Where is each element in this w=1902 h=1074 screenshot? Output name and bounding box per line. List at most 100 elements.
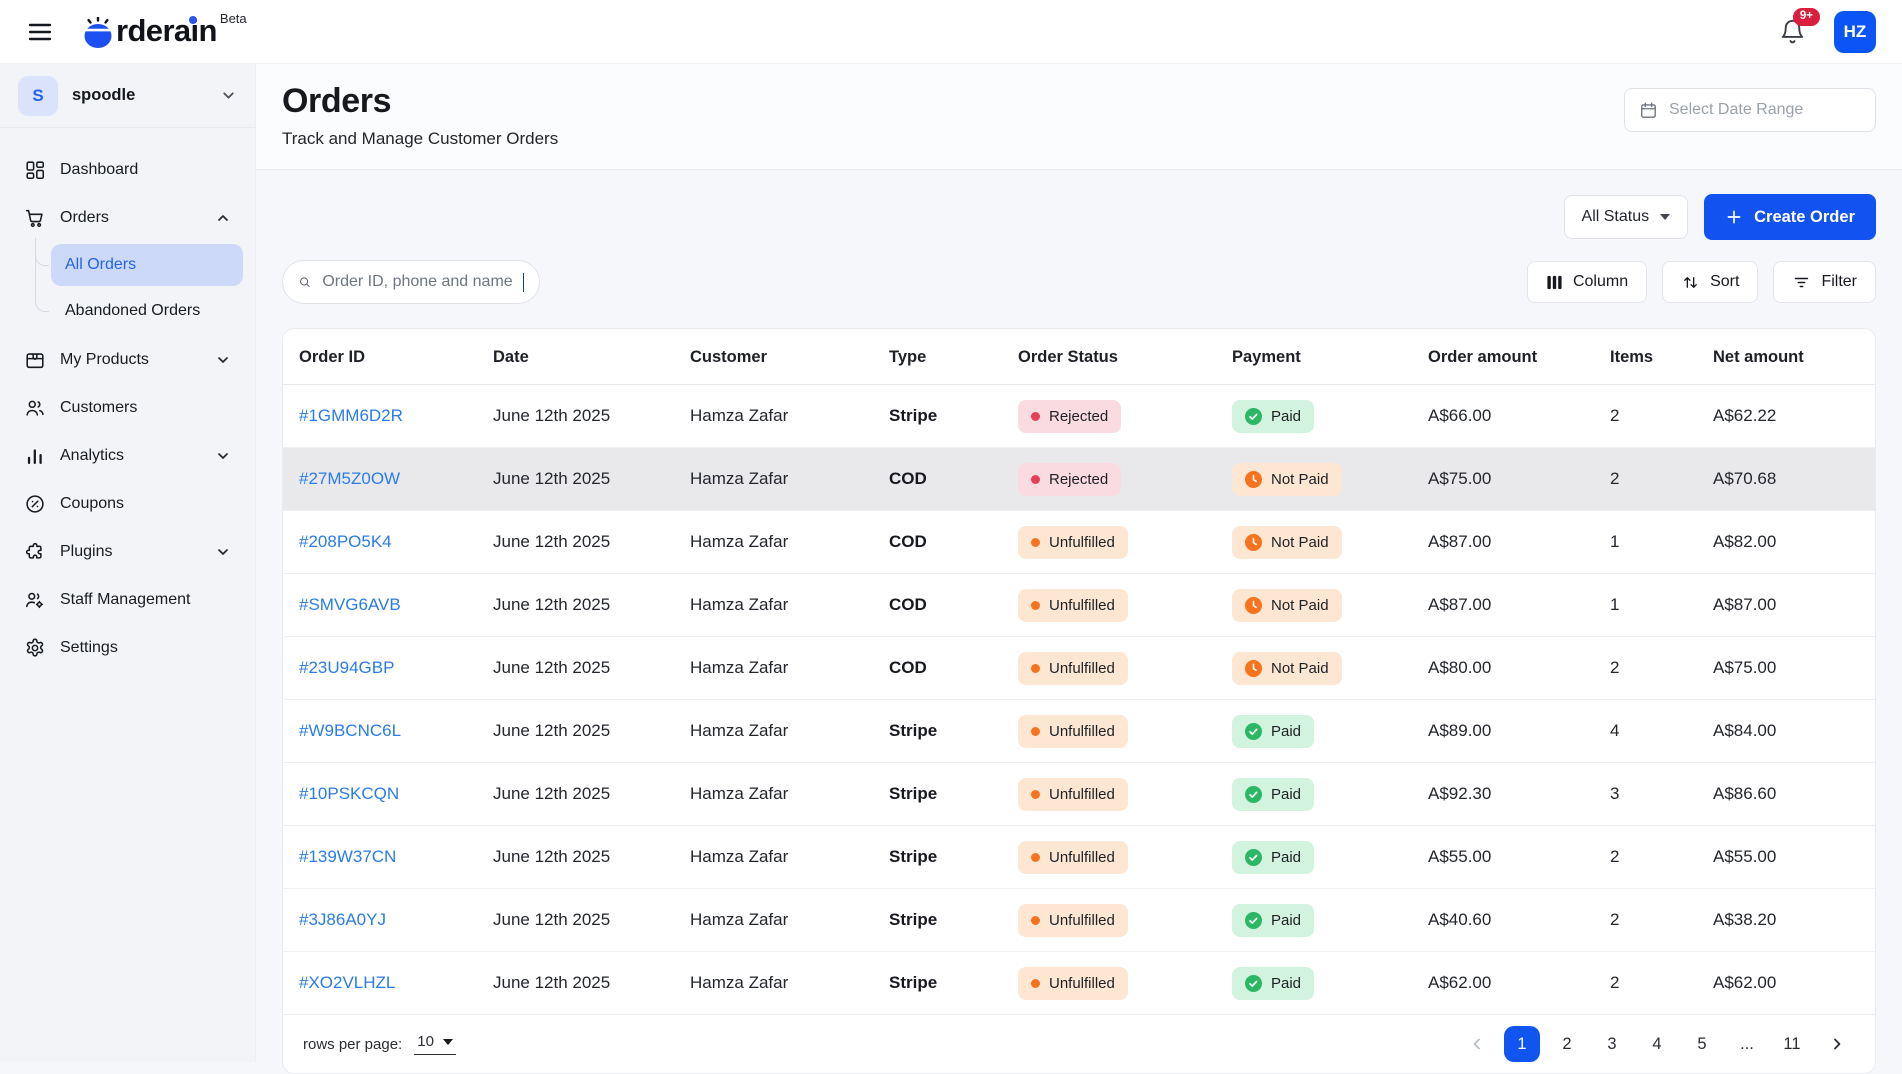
- page-number-button[interactable]: 3: [1594, 1026, 1630, 1062]
- table-row[interactable]: #208PO5K4June 12th 2025Hamza ZafarCODUnf…: [283, 511, 1875, 574]
- sidebar-item-abandoned-orders[interactable]: Abandoned Orders: [51, 290, 243, 332]
- page-number-button[interactable]: 11: [1774, 1026, 1810, 1062]
- payment-cell: Paid: [1220, 700, 1416, 763]
- order-id-link[interactable]: #XO2VLHZL: [299, 973, 395, 992]
- date-range-input[interactable]: Select Date Range: [1624, 88, 1876, 132]
- order-status-badge: Unfulfilled: [1018, 526, 1128, 559]
- user-avatar[interactable]: HZ: [1834, 11, 1876, 53]
- payment-label: Not Paid: [1271, 534, 1329, 551]
- status-label: Unfulfilled: [1049, 786, 1115, 803]
- top-bar: rderain Beta 9+ HZ: [0, 0, 1902, 64]
- sidebar-item-staff-management[interactable]: Staff Management: [12, 578, 243, 622]
- gear-icon: [24, 637, 46, 659]
- items-cell: 3: [1598, 763, 1701, 826]
- table-row[interactable]: #23U94GBPJune 12th 2025Hamza ZafarCODUnf…: [283, 637, 1875, 700]
- type-cell: Stripe: [877, 700, 1006, 763]
- table-row[interactable]: #139W37CNJune 12th 2025Hamza ZafarStripe…: [283, 826, 1875, 889]
- sidebar-item-orders[interactable]: Orders: [12, 196, 243, 240]
- order-id-cell: #1GMM6D2R: [283, 385, 481, 448]
- filter-button[interactable]: Filter: [1773, 261, 1876, 303]
- column-header-net-amount: Net amount: [1701, 329, 1875, 385]
- page-number-button[interactable]: 5: [1684, 1026, 1720, 1062]
- table-row[interactable]: #3J86A0YJJune 12th 2025Hamza ZafarStripe…: [283, 889, 1875, 952]
- sidebar-item-plugins[interactable]: Plugins: [12, 530, 243, 574]
- order-id-link[interactable]: #1GMM6D2R: [299, 406, 403, 425]
- order-status-badge: Rejected: [1018, 463, 1121, 496]
- previous-page-button[interactable]: [1459, 1026, 1495, 1062]
- orders-table-body: #1GMM6D2RJune 12th 2025Hamza ZafarStripe…: [283, 385, 1875, 1015]
- payment-cell: Not Paid: [1220, 511, 1416, 574]
- column-button-label: Column: [1573, 273, 1628, 291]
- column-header-customer: Customer: [678, 329, 877, 385]
- order-id-link[interactable]: #3J86A0YJ: [299, 910, 386, 929]
- order-id-cell: #XO2VLHZL: [283, 952, 481, 1015]
- filter-icon: [1792, 273, 1811, 292]
- sidebar-item-label: Customers: [60, 399, 137, 417]
- order-id-link[interactable]: #27M5Z0OW: [299, 469, 400, 488]
- sidebar-item-label: Staff Management: [60, 591, 190, 609]
- page-number-button[interactable]: 4: [1639, 1026, 1675, 1062]
- brand-logo[interactable]: rderain Beta: [80, 13, 247, 51]
- order-status-badge: Unfulfilled: [1018, 652, 1128, 685]
- type-cell: COD: [877, 574, 1006, 637]
- workspace-selector[interactable]: S spoodle: [0, 64, 255, 128]
- columns-icon: [1546, 274, 1563, 291]
- search-input[interactable]: Order ID, phone and name: [282, 260, 540, 304]
- column-button[interactable]: Column: [1527, 261, 1647, 303]
- table-row[interactable]: #10PSKCQNJune 12th 2025Hamza ZafarStripe…: [283, 763, 1875, 826]
- type-cell: Stripe: [877, 889, 1006, 952]
- status-label: Rejected: [1049, 408, 1108, 425]
- table-row[interactable]: #W9BCNC6LJune 12th 2025Hamza ZafarStripe…: [283, 700, 1875, 763]
- check-circle-icon: [1245, 408, 1262, 425]
- payment-label: Not Paid: [1271, 597, 1329, 614]
- order-id-link[interactable]: #23U94GBP: [299, 658, 394, 677]
- hamburger-menu-icon[interactable]: [26, 17, 56, 47]
- rows-per-page-select[interactable]: 10: [414, 1033, 456, 1055]
- notifications-button[interactable]: 9+: [1779, 18, 1806, 45]
- sort-arrows-icon: [1681, 273, 1700, 292]
- create-order-button[interactable]: Create Order: [1704, 194, 1876, 240]
- type-cell: Stripe: [877, 385, 1006, 448]
- sidebar-item-all-orders[interactable]: All Orders: [51, 244, 243, 286]
- status-filter-select[interactable]: All Status: [1564, 195, 1689, 239]
- sidebar-subitem-label: All Orders: [65, 256, 136, 274]
- type-cell: COD: [877, 511, 1006, 574]
- sidebar-item-my-products[interactable]: My Products: [12, 338, 243, 382]
- next-page-button[interactable]: [1819, 1026, 1855, 1062]
- customer-cell: Hamza Zafar: [678, 574, 877, 637]
- order-id-link[interactable]: #10PSKCQN: [299, 784, 399, 803]
- sidebar-item-dashboard[interactable]: Dashboard: [12, 148, 243, 192]
- order-id-link[interactable]: #SMVG6AVB: [299, 595, 401, 614]
- order-id-cell: #23U94GBP: [283, 637, 481, 700]
- order-id-link[interactable]: #W9BCNC6L: [299, 721, 401, 740]
- clock-icon: [1245, 471, 1262, 488]
- table-row[interactable]: #SMVG6AVBJune 12th 2025Hamza ZafarCODUnf…: [283, 574, 1875, 637]
- rows-per-page-label: rows per page:: [303, 1036, 402, 1053]
- order-id-link[interactable]: #139W37CN: [299, 847, 396, 866]
- table-header-row: Order ID Date Customer Type Order Status…: [283, 329, 1875, 385]
- net-amount-cell: A$38.20: [1701, 889, 1875, 952]
- order-amount-cell: A$40.60: [1416, 889, 1598, 952]
- order-id-link[interactable]: #208PO5K4: [299, 532, 392, 551]
- order-id-cell: #139W37CN: [283, 826, 481, 889]
- sort-button[interactable]: Sort: [1662, 261, 1758, 303]
- order-status-cell: Unfulfilled: [1006, 637, 1220, 700]
- page-number-button[interactable]: 1: [1504, 1026, 1540, 1062]
- order-status-badge: Unfulfilled: [1018, 841, 1128, 874]
- pagination: 12345...11: [1459, 1026, 1855, 1062]
- payment-label: Paid: [1271, 408, 1301, 425]
- date-cell: June 12th 2025: [481, 763, 678, 826]
- table-row[interactable]: #XO2VLHZLJune 12th 2025Hamza ZafarStripe…: [283, 952, 1875, 1015]
- items-cell: 2: [1598, 448, 1701, 511]
- page-number-button[interactable]: 2: [1549, 1026, 1585, 1062]
- status-dot-icon: [1031, 538, 1040, 547]
- sidebar-item-analytics[interactable]: Analytics: [12, 434, 243, 478]
- order-amount-cell: A$75.00: [1416, 448, 1598, 511]
- table-row[interactable]: #1GMM6D2RJune 12th 2025Hamza ZafarStripe…: [283, 385, 1875, 448]
- sidebar-item-customers[interactable]: Customers: [12, 386, 243, 430]
- sort-button-label: Sort: [1710, 273, 1739, 291]
- order-status-cell: Rejected: [1006, 448, 1220, 511]
- sidebar-item-settings[interactable]: Settings: [12, 626, 243, 670]
- table-row[interactable]: #27M5Z0OWJune 12th 2025Hamza ZafarCODRej…: [283, 448, 1875, 511]
- sidebar-item-coupons[interactable]: Coupons: [12, 482, 243, 526]
